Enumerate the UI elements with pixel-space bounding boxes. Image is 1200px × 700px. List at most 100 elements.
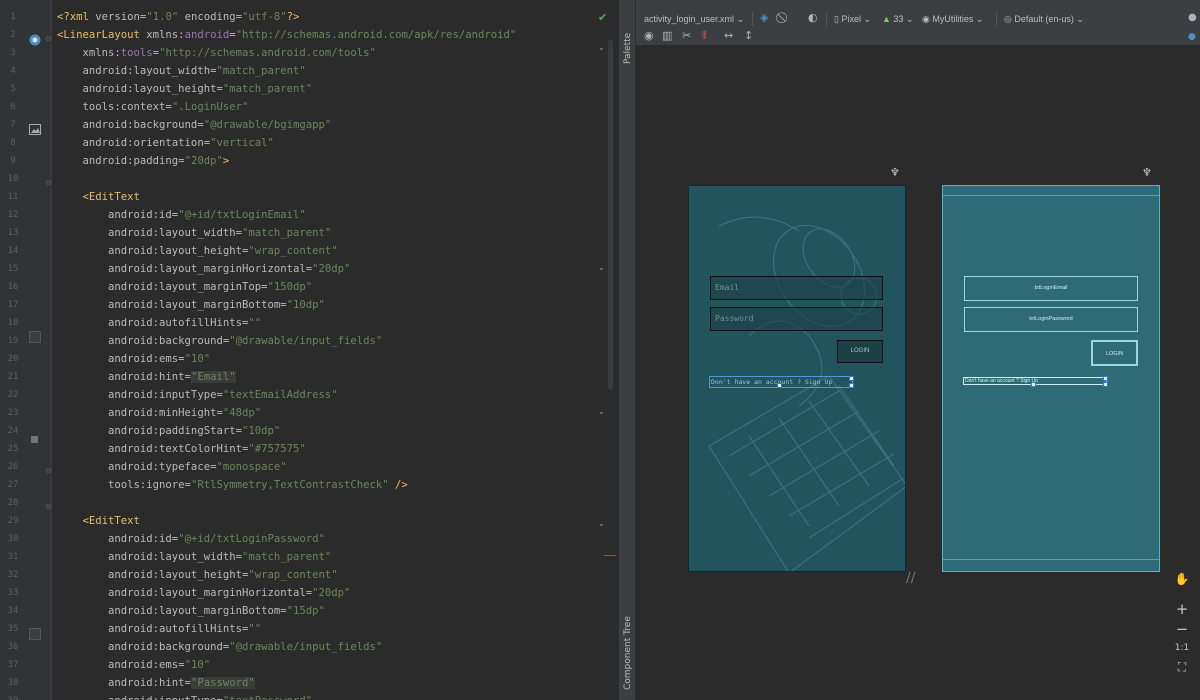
code-line[interactable]: 38 android:hint="Password" — [0, 674, 618, 692]
code-line[interactable]: 3 xmlns:tools="http://schemas.android.co… — [0, 44, 618, 62]
night-mode-icon[interactable]: ◐ — [808, 11, 818, 24]
code-line[interactable]: 23 android:minHeight="48dp" — [0, 404, 618, 422]
locale-dropdown[interactable]: ◎ Default (en-us) ⌄ — [1004, 14, 1084, 25]
eye-icon[interactable]: ◉ — [644, 29, 654, 42]
magnet-off-icon[interactable]: ✂ — [682, 29, 691, 42]
code-line[interactable]: 17 android:layout_marginBottom="10dp" — [0, 296, 618, 314]
code-line[interactable]: 32 android:layout_height="wrap_content" — [0, 566, 618, 584]
info-icon[interactable]: ● — [1188, 32, 1196, 42]
pan-tool-icon[interactable]: ✋ — [1172, 572, 1192, 586]
code-line[interactable]: 1 <?xml version="1.0" encoding="utf-8"?> — [0, 8, 618, 26]
code-token: ?> — [286, 11, 300, 23]
line-number: 4 — [10, 66, 16, 76]
code-line[interactable]: 31 android:layout_width="match_parent" — [0, 548, 618, 566]
code-line[interactable]: 24 android:paddingStart="10dp" — [0, 422, 618, 440]
image-preview-icon[interactable] — [29, 120, 41, 135]
blueprint-preview[interactable]: txtLoginEmail txtLoginPassword LOGIN Don… — [942, 185, 1160, 572]
line-number: 32 — [7, 570, 19, 580]
color-swatch-icon[interactable] — [31, 436, 38, 443]
file-name-dropdown[interactable]: activity_login_user.xml ⌄ — [644, 14, 744, 25]
code-line[interactable]: 2 <LinearLayout xmlns:android="http://sch… — [0, 26, 618, 44]
vertical-resize-icon[interactable]: ↕ — [744, 29, 753, 42]
design-preview[interactable]: Email Password LOGIN Don't have an accou… — [688, 185, 906, 572]
editor-scrollbar[interactable] — [608, 40, 613, 390]
component-tree-tab-label: Component Tree — [623, 616, 633, 690]
code-line[interactable]: 13 android:layout_width="match_parent" — [0, 224, 618, 242]
no-problems-check-icon[interactable]: ✔ — [598, 11, 607, 24]
code-line[interactable]: 5 android:layout_height="match_parent" — [0, 80, 618, 98]
code-line[interactable]: 30 android:id="@+id/txtLoginPassword" — [0, 530, 618, 548]
code-token: "" — [248, 623, 262, 635]
component-tree-tab[interactable]: Component Tree — [619, 600, 637, 695]
code-line[interactable]: 4 android:layout_width="match_parent" — [0, 62, 618, 80]
code-line[interactable]: 34 android:layout_marginBottom="15dp" — [0, 602, 618, 620]
api-level-dropdown[interactable]: ▲ 33 ⌄ — [882, 14, 913, 25]
resize-handle[interactable] — [1103, 382, 1108, 387]
code-line[interactable]: 36 android:background="@drawable/input_f… — [0, 638, 618, 656]
code-line[interactable]: 16 android:layout_marginTop="150dp" — [0, 278, 618, 296]
code-line[interactable]: 21 android:hint="Email" — [0, 368, 618, 386]
device-dropdown[interactable]: ▯ Pixel ⌄ — [834, 14, 871, 25]
line-number: 25 — [7, 444, 19, 454]
align-icon[interactable]: ⫴ — [702, 29, 707, 43]
code-editor[interactable]: 1 <?xml version="1.0" encoding="utf-8"?> 2… — [0, 0, 618, 700]
fold-icon[interactable]: ⊖ — [45, 466, 52, 475]
code-line[interactable]: 27 tools:ignore="RtlSymmetry,TextContras… — [0, 476, 618, 494]
warning-icon[interactable]: ● — [1188, 12, 1197, 23]
code-line[interactable]: 8 android:orientation="vertical" — [0, 134, 618, 152]
code-line[interactable]: 9 android:padding="20dp"> — [0, 152, 618, 170]
blueprint-login-button[interactable]: LOGIN — [1091, 340, 1138, 366]
code-line[interactable]: 26 android:typeface="monospace" — [0, 458, 618, 476]
code-token: "@+id/txtLoginPassword" — [178, 533, 325, 545]
code-line[interactable]: 39 android:inputType="textPassword" — [0, 692, 618, 700]
code-line[interactable]: 37 android:ems="10" — [0, 656, 618, 674]
resize-handle[interactable] — [777, 383, 782, 388]
code-line[interactable]: 18 android:autofillHints="" — [0, 314, 618, 332]
horizontal-resize-icon[interactable]: ↔ — [724, 29, 733, 42]
zoom-in-button[interactable]: + — [1172, 600, 1192, 618]
zoom-out-button[interactable]: − — [1172, 620, 1192, 638]
drawable-preview-icon-2[interactable] — [29, 628, 41, 640]
code-line[interactable]: 33 android:layout_marginHorizontal="20dp… — [0, 584, 618, 602]
code-line[interactable]: 11 <EditText — [0, 188, 618, 206]
code-line[interactable]: 29 <EditText — [0, 512, 618, 530]
code-line[interactable]: 14 android:layout_height="wrap_content" — [0, 242, 618, 260]
code-line[interactable]: 19 android:background="@drawable/input_f… — [0, 332, 618, 350]
layout-preview-icon[interactable] — [29, 31, 41, 46]
email-field-preview[interactable]: Email — [710, 276, 883, 300]
code-text: android:layout_marginBottom="15dp" — [57, 602, 325, 620]
fold-icon[interactable]: ⊖ — [45, 178, 52, 187]
resize-handle[interactable] — [1031, 382, 1036, 387]
fold-icon[interactable]: ⊖ — [45, 34, 52, 43]
login-button-preview[interactable]: LOGIN — [837, 340, 883, 363]
code-line[interactable]: 12 android:id="@+id/txtLoginEmail" — [0, 206, 618, 224]
code-line[interactable]: 20 android:ems="10" — [0, 350, 618, 368]
code-line[interactable]: 10 — [0, 170, 618, 188]
password-field-preview[interactable]: Password — [710, 307, 883, 331]
code-text: xmlns:tools="http://schemas.android.com/… — [57, 44, 376, 62]
pin-icon[interactable]: ♆ — [890, 166, 900, 179]
fold-icon[interactable]: ⊖ — [45, 502, 52, 511]
resize-corner-icon[interactable]: ∕∕ — [906, 570, 915, 586]
code-line[interactable]: 25 android:textColorHint="#757575" — [0, 440, 618, 458]
zoom-to-fit-icon[interactable]: ⛶ — [1172, 660, 1192, 675]
blueprint-password-field[interactable]: txtLoginPassword — [964, 307, 1138, 332]
code-token: "10" — [184, 659, 211, 671]
code-line[interactable]: 28 — [0, 494, 618, 512]
code-line[interactable]: 35 android:autofillHints="" — [0, 620, 618, 638]
design-surface-icon[interactable]: ◈ — [760, 11, 768, 24]
code-line[interactable]: 22 android:inputType="textEmailAddress" — [0, 386, 618, 404]
pin-icon[interactable]: ♆ — [1142, 166, 1152, 179]
code-line[interactable]: 7 android:background="@drawable/bgimgapp… — [0, 116, 618, 134]
palette-tab[interactable]: Palette — [619, 12, 637, 72]
resize-handle[interactable] — [849, 376, 854, 381]
drawable-preview-icon[interactable] — [29, 331, 41, 343]
actual-size-button[interactable]: 1:1 — [1172, 643, 1192, 653]
resize-handle[interactable] — [1103, 376, 1108, 381]
show-layout-icon[interactable]: ▥ — [662, 29, 672, 42]
code-line[interactable]: 6 tools:context=".LoginUser" — [0, 98, 618, 116]
blueprint-email-field[interactable]: txtLoginEmail — [964, 276, 1138, 301]
code-line[interactable]: 15 android:layout_marginHorizontal="20dp… — [0, 260, 618, 278]
resize-handle[interactable] — [849, 383, 854, 388]
theme-dropdown[interactable]: ◉ MyUtilities ⌄ — [922, 14, 983, 25]
